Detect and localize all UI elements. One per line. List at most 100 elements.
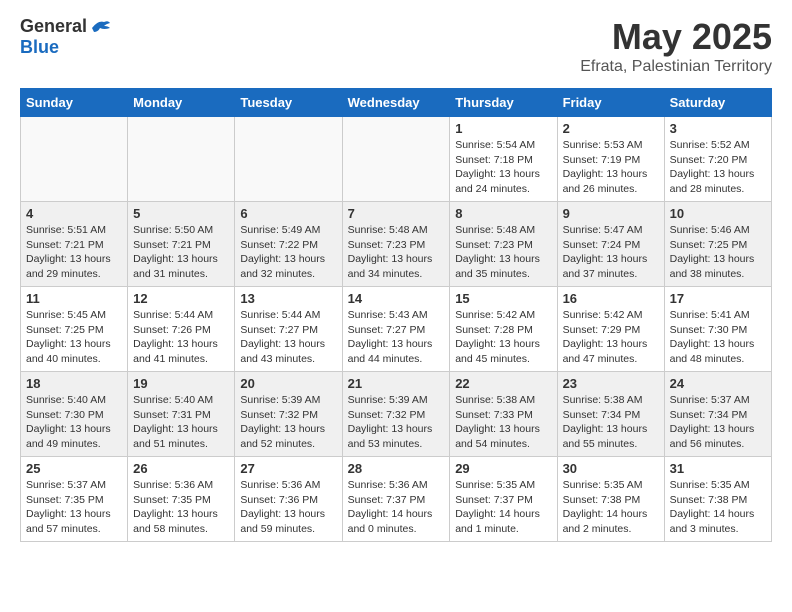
calendar-cell (21, 117, 128, 202)
day-number: 23 (563, 376, 659, 391)
day-number: 22 (455, 376, 551, 391)
title-block: May 2025 Efrata, Palestinian Territory (580, 16, 772, 76)
day-number: 17 (670, 291, 766, 306)
calendar-cell (235, 117, 342, 202)
calendar-cell: 10Sunrise: 5:46 AM Sunset: 7:25 PM Dayli… (664, 202, 771, 287)
calendar-cell: 31Sunrise: 5:35 AM Sunset: 7:38 PM Dayli… (664, 457, 771, 542)
calendar-cell: 22 Sunrise: 5:38 AM Sunset: 7:33 PM Dayli… (450, 372, 557, 457)
day-info: Sunrise: 5:51 AM Sunset: 7:21 PM Dayligh… (26, 223, 122, 282)
day-info: Sunrise: 5:48 AM Sunset: 7:23 PM Dayligh… (348, 223, 445, 282)
day-number: 1 (455, 121, 551, 136)
day-info: Sunrise: 5:37 AM Sunset: 7:35 PM Dayligh… (26, 478, 122, 537)
day-info: Sunrise: 5:42 AM Sunset: 7:29 PM Dayligh… (563, 308, 659, 367)
logo-blue: Blue (20, 37, 112, 58)
day-info: Sunrise: 5:36 AM Sunset: 7:37 PM Dayligh… (348, 478, 445, 537)
day-info: Sunrise: 5:39 AM Sunset: 7:32 PM Dayligh… (348, 393, 445, 452)
day-number: 20 (240, 376, 336, 391)
day-number: 14 (348, 291, 445, 306)
month-title: May 2025 (580, 16, 772, 58)
day-number: 26 (133, 461, 229, 476)
day-info: Sunrise: 5:40 AM Sunset: 7:31 PM Dayligh… (133, 393, 229, 452)
weekday-header-saturday: Saturday (664, 89, 771, 117)
weekday-header-tuesday: Tuesday (235, 89, 342, 117)
calendar-cell: 13 Sunrise: 5:44 AM Sunset: 7:27 PM Dayli… (235, 287, 342, 372)
calendar-cell: 15Sunrise: 5:42 AM Sunset: 7:28 PM Dayli… (450, 287, 557, 372)
calendar-cell: 18 Sunrise: 5:40 AM Sunset: 7:30 PM Dayli… (21, 372, 128, 457)
calendar-cell: 24Sunrise: 5:37 AM Sunset: 7:34 PM Dayli… (664, 372, 771, 457)
weekday-header-sunday: Sunday (21, 89, 128, 117)
calendar-week-row: 25Sunrise: 5:37 AM Sunset: 7:35 PM Dayli… (21, 457, 772, 542)
calendar-table: SundayMondayTuesdayWednesdayThursdayFrid… (20, 88, 772, 542)
calendar-cell (342, 117, 450, 202)
day-number: 29 (455, 461, 551, 476)
calendar-cell: 9Sunrise: 5:47 AM Sunset: 7:24 PM Daylig… (557, 202, 664, 287)
day-number: 5 (133, 206, 229, 221)
day-number: 3 (670, 121, 766, 136)
weekday-header-wednesday: Wednesday (342, 89, 450, 117)
weekday-header-thursday: Thursday (450, 89, 557, 117)
day-info: Sunrise: 5:54 AM Sunset: 7:18 PM Dayligh… (455, 138, 551, 197)
calendar-week-row: 4 Sunrise: 5:51 AM Sunset: 7:21 PM Daylig… (21, 202, 772, 287)
day-number: 8 (455, 206, 551, 221)
day-info: Sunrise: 5:49 AM Sunset: 7:22 PM Dayligh… (240, 223, 336, 282)
day-info: Sunrise: 5:38 AM Sunset: 7:34 PM Dayligh… (563, 393, 659, 452)
calendar-cell: 8Sunrise: 5:48 AM Sunset: 7:23 PM Daylig… (450, 202, 557, 287)
calendar-cell: 23 Sunrise: 5:38 AM Sunset: 7:34 PM Dayli… (557, 372, 664, 457)
calendar-cell: 12 Sunrise: 5:44 AM Sunset: 7:26 PM Dayli… (128, 287, 235, 372)
day-number: 12 (133, 291, 229, 306)
day-info: Sunrise: 5:38 AM Sunset: 7:33 PM Dayligh… (455, 393, 551, 452)
day-number: 21 (348, 376, 445, 391)
day-number: 9 (563, 206, 659, 221)
day-number: 30 (563, 461, 659, 476)
day-info: Sunrise: 5:52 AM Sunset: 7:20 PM Dayligh… (670, 138, 766, 197)
calendar-cell: 28Sunrise: 5:36 AM Sunset: 7:37 PM Dayli… (342, 457, 450, 542)
day-info: Sunrise: 5:36 AM Sunset: 7:35 PM Dayligh… (133, 478, 229, 537)
calendar-cell: 20 Sunrise: 5:39 AM Sunset: 7:32 PM Dayli… (235, 372, 342, 457)
day-info: Sunrise: 5:44 AM Sunset: 7:27 PM Dayligh… (240, 308, 336, 367)
day-info: Sunrise: 5:44 AM Sunset: 7:26 PM Dayligh… (133, 308, 229, 367)
calendar-cell: 3 Sunrise: 5:52 AM Sunset: 7:20 PM Daylig… (664, 117, 771, 202)
calendar-cell: 11 Sunrise: 5:45 AM Sunset: 7:25 PM Dayli… (21, 287, 128, 372)
calendar-cell: 5 Sunrise: 5:50 AM Sunset: 7:21 PM Daylig… (128, 202, 235, 287)
calendar-cell: 2 Sunrise: 5:53 AM Sunset: 7:19 PM Daylig… (557, 117, 664, 202)
calendar-cell: 25Sunrise: 5:37 AM Sunset: 7:35 PM Dayli… (21, 457, 128, 542)
calendar-cell: 17 Sunrise: 5:41 AM Sunset: 7:30 PM Dayli… (664, 287, 771, 372)
day-number: 10 (670, 206, 766, 221)
day-number: 2 (563, 121, 659, 136)
day-info: Sunrise: 5:50 AM Sunset: 7:21 PM Dayligh… (133, 223, 229, 282)
calendar-cell: 21 Sunrise: 5:39 AM Sunset: 7:32 PM Dayli… (342, 372, 450, 457)
day-info: Sunrise: 5:35 AM Sunset: 7:37 PM Dayligh… (455, 478, 551, 537)
day-number: 31 (670, 461, 766, 476)
logo-bird-icon (90, 18, 112, 36)
calendar-cell: 6Sunrise: 5:49 AM Sunset: 7:22 PM Daylig… (235, 202, 342, 287)
calendar-cell: 26 Sunrise: 5:36 AM Sunset: 7:35 PM Dayli… (128, 457, 235, 542)
day-number: 13 (240, 291, 336, 306)
day-number: 18 (26, 376, 122, 391)
calendar-cell: 27 Sunrise: 5:36 AM Sunset: 7:36 PM Dayli… (235, 457, 342, 542)
day-number: 24 (670, 376, 766, 391)
calendar-cell: 7 Sunrise: 5:48 AM Sunset: 7:23 PM Daylig… (342, 202, 450, 287)
weekday-header-monday: Monday (128, 89, 235, 117)
calendar-cell (128, 117, 235, 202)
day-info: Sunrise: 5:45 AM Sunset: 7:25 PM Dayligh… (26, 308, 122, 367)
day-info: Sunrise: 5:41 AM Sunset: 7:30 PM Dayligh… (670, 308, 766, 367)
day-info: Sunrise: 5:36 AM Sunset: 7:36 PM Dayligh… (240, 478, 336, 537)
day-info: Sunrise: 5:40 AM Sunset: 7:30 PM Dayligh… (26, 393, 122, 452)
day-info: Sunrise: 5:43 AM Sunset: 7:27 PM Dayligh… (348, 308, 445, 367)
day-info: Sunrise: 5:39 AM Sunset: 7:32 PM Dayligh… (240, 393, 336, 452)
logo-general: General (20, 16, 87, 37)
day-info: Sunrise: 5:35 AM Sunset: 7:38 PM Dayligh… (563, 478, 659, 537)
day-number: 7 (348, 206, 445, 221)
calendar-cell: 30 Sunrise: 5:35 AM Sunset: 7:38 PM Dayli… (557, 457, 664, 542)
day-number: 11 (26, 291, 122, 306)
day-number: 16 (563, 291, 659, 306)
day-number: 19 (133, 376, 229, 391)
calendar-cell: 14 Sunrise: 5:43 AM Sunset: 7:27 PM Dayli… (342, 287, 450, 372)
calendar-cell: 4 Sunrise: 5:51 AM Sunset: 7:21 PM Daylig… (21, 202, 128, 287)
day-number: 27 (240, 461, 336, 476)
calendar-cell: 19 Sunrise: 5:40 AM Sunset: 7:31 PM Dayli… (128, 372, 235, 457)
weekday-header-friday: Friday (557, 89, 664, 117)
day-number: 15 (455, 291, 551, 306)
day-number: 4 (26, 206, 122, 221)
day-info: Sunrise: 5:53 AM Sunset: 7:19 PM Dayligh… (563, 138, 659, 197)
